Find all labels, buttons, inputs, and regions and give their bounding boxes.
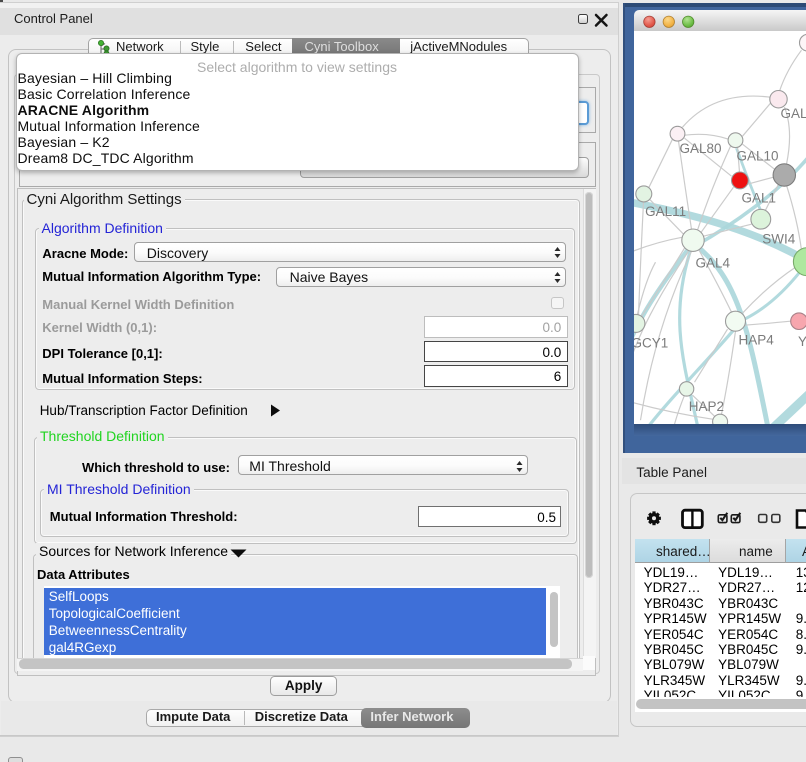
svg-text:HAP2: HAP2 <box>688 399 723 414</box>
svg-text:HAP4: HAP4 <box>738 332 774 347</box>
svg-text:GAL1: GAL1 <box>741 190 775 205</box>
svg-text:GAL7: GAL7 <box>780 106 806 121</box>
svg-text:GAL10: GAL10 <box>736 148 778 163</box>
svg-text:GCY1: GCY1 <box>634 335 668 350</box>
svg-text:GAL4: GAL4 <box>695 255 730 270</box>
svg-text:GAL11: GAL11 <box>645 204 686 219</box>
svg-text:Y: Y <box>797 334 806 349</box>
svg-text:GAL80: GAL80 <box>679 141 721 156</box>
svg-text:SWI4: SWI4 <box>762 231 795 246</box>
